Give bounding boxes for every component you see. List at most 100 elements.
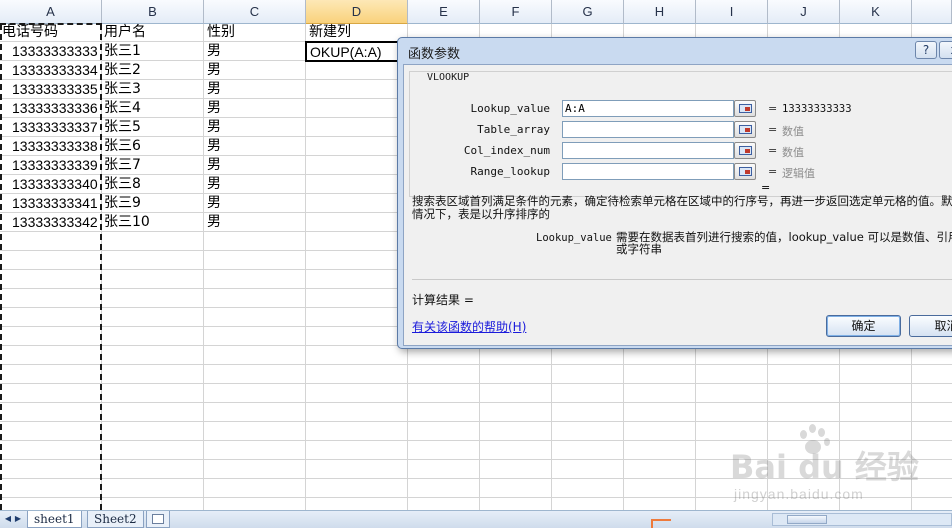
cell-gender[interactable]: 男	[207, 175, 306, 194]
range-select-icon	[739, 167, 752, 176]
function-description: 搜索表区域首列满足条件的元素，确定待检索单元格在区域中的行序号，再进一步返回选定…	[412, 194, 952, 221]
cell-username[interactable]: 张三2	[104, 61, 203, 80]
function-name: VLOOKUP	[423, 72, 474, 83]
cell-phone[interactable]: 13333333334	[12, 61, 102, 80]
cell-phone[interactable]: 13333333342	[12, 213, 102, 232]
column-header-a[interactable]: A	[0, 0, 102, 24]
cell-phone[interactable]: 13333333337	[12, 118, 102, 137]
corner-marker	[651, 519, 671, 528]
sheet-tab-sheet2[interactable]: Sheet2	[87, 511, 144, 528]
tab-scroll-first-icon[interactable]: ◀	[3, 513, 13, 525]
cell-username[interactable]: 张三1	[104, 42, 203, 61]
cell-username[interactable]: 张三8	[104, 175, 203, 194]
column-header-j[interactable]: J	[768, 0, 840, 24]
cell-phone[interactable]: 13333333335	[12, 80, 102, 99]
insert-sheet-tab[interactable]	[146, 511, 170, 528]
cell-gender[interactable]: 男	[207, 42, 306, 61]
column-header-c[interactable]: C	[204, 0, 306, 24]
grid-hline	[0, 402, 952, 403]
horizontal-scrollbar[interactable]	[772, 513, 952, 526]
cell-gender[interactable]: 男	[207, 99, 306, 118]
function-arguments-dialog: 函数参数 ? x VLOOKUP Lookup_value A:A = 1333…	[397, 37, 952, 349]
column-header-l[interactable]	[912, 0, 952, 24]
column-header-k[interactable]: K	[840, 0, 912, 24]
column-header-i[interactable]: I	[696, 0, 768, 24]
cell-gender[interactable]: 男	[207, 194, 306, 213]
cell-gender[interactable]: 男	[207, 118, 306, 137]
arg-equals: =	[768, 144, 778, 157]
column-header-g[interactable]: G	[552, 0, 624, 24]
ok-button[interactable]: 确定	[826, 315, 901, 337]
function-help-link[interactable]: 有关该函数的帮助(H)	[412, 318, 526, 335]
grid-hline	[0, 459, 952, 460]
horizontal-scroll-thumb[interactable]	[787, 515, 827, 524]
arg-input-lookup-value[interactable]: A:A	[562, 100, 734, 117]
function-group-box: VLOOKUP Lookup_value A:A = 13333333333 T…	[409, 71, 952, 197]
collapse-dialog-button[interactable]	[734, 163, 756, 180]
cell-gender[interactable]: 男	[207, 137, 306, 156]
arg-input-table-array[interactable]	[562, 121, 734, 138]
cell-gender[interactable]: 男	[207, 156, 306, 175]
sheet-tab-bar: ◀ ▶ sheet1 Sheet2	[0, 510, 952, 528]
cell-phone[interactable]: 13333333340	[12, 175, 102, 194]
cell-username[interactable]: 张三4	[104, 99, 203, 118]
dialog-close-button[interactable]: x	[939, 41, 952, 59]
column-header-e[interactable]: E	[408, 0, 480, 24]
arg-equals: =	[768, 102, 778, 115]
dialog-body: VLOOKUP Lookup_value A:A = 13333333333 T…	[403, 64, 952, 346]
active-cell-text: OKUP(A:A)	[310, 44, 382, 60]
cell-a1[interactable]: 电话号码	[2, 23, 101, 42]
cell-d1[interactable]: 新建列	[309, 23, 408, 42]
column-header-b[interactable]: B	[102, 0, 204, 24]
cell-username[interactable]: 张三10	[104, 213, 203, 232]
cell-username[interactable]: 张三5	[104, 118, 203, 137]
dialog-separator	[412, 279, 952, 280]
cell-phone[interactable]: 13333333333	[12, 42, 102, 61]
cell-phone[interactable]: 13333333336	[12, 99, 102, 118]
cell-b1[interactable]: 用户名	[104, 23, 203, 42]
arg-input-col-index-num[interactable]	[562, 142, 734, 159]
column-header-f[interactable]: F	[480, 0, 552, 24]
sheet-tab-sheet1[interactable]: sheet1	[27, 511, 82, 528]
arg-result-lookup-value: 13333333333	[782, 103, 852, 115]
dialog-title: 函数参数	[408, 47, 461, 62]
arg-result-table-array: 数值	[782, 125, 804, 138]
column-header-d[interactable]: D	[306, 0, 408, 24]
cancel-button[interactable]: 取消	[909, 315, 952, 337]
cell-username[interactable]: 张三3	[104, 80, 203, 99]
grid-hline	[0, 497, 952, 498]
insert-sheet-icon	[152, 514, 164, 524]
cell-gender[interactable]: 男	[207, 80, 306, 99]
cell-gender[interactable]: 男	[207, 61, 306, 80]
collapse-dialog-button[interactable]	[734, 142, 756, 159]
active-cell-d2[interactable]: OKUP(A:A)	[305, 41, 408, 62]
arg-result-range-lookup: 逻辑值	[782, 167, 815, 180]
cell-c1[interactable]: 性别	[207, 23, 306, 42]
cell-gender[interactable]: 男	[207, 213, 306, 232]
arg-input-range-lookup[interactable]	[562, 163, 734, 180]
tab-scroll-last-icon[interactable]: ▶	[13, 513, 23, 525]
cell-phone[interactable]: 13333333338	[12, 137, 102, 156]
arg-equals: =	[768, 123, 778, 136]
grid-vline	[203, 24, 204, 510]
range-select-icon	[739, 125, 752, 134]
argument-description-text: 需要在数据表首列进行搜索的值，lookup_value 可以是数值、引用或字符串	[616, 230, 952, 256]
grid-hline	[0, 478, 952, 479]
cell-username[interactable]: 张三6	[104, 137, 203, 156]
arg-label-range-lookup: Range_lookup	[470, 165, 550, 178]
cell-username[interactable]: 张三9	[104, 194, 203, 213]
column-header-h[interactable]: H	[624, 0, 696, 24]
grid-hline	[0, 440, 952, 441]
cell-phone[interactable]: 13333333339	[12, 156, 102, 175]
dialog-help-button[interactable]: ?	[915, 41, 937, 59]
cell-username[interactable]: 张三7	[104, 156, 203, 175]
collapse-dialog-button[interactable]	[734, 100, 756, 117]
collapse-dialog-button[interactable]	[734, 121, 756, 138]
grid-hline	[0, 383, 952, 384]
function-result-equals: =	[761, 181, 771, 194]
cell-phone[interactable]: 13333333341	[12, 194, 102, 213]
grid-hline	[0, 364, 952, 365]
argument-description-name: Lookup_value	[536, 232, 612, 244]
copy-marquee-top	[0, 23, 102, 25]
range-select-icon	[739, 104, 752, 113]
